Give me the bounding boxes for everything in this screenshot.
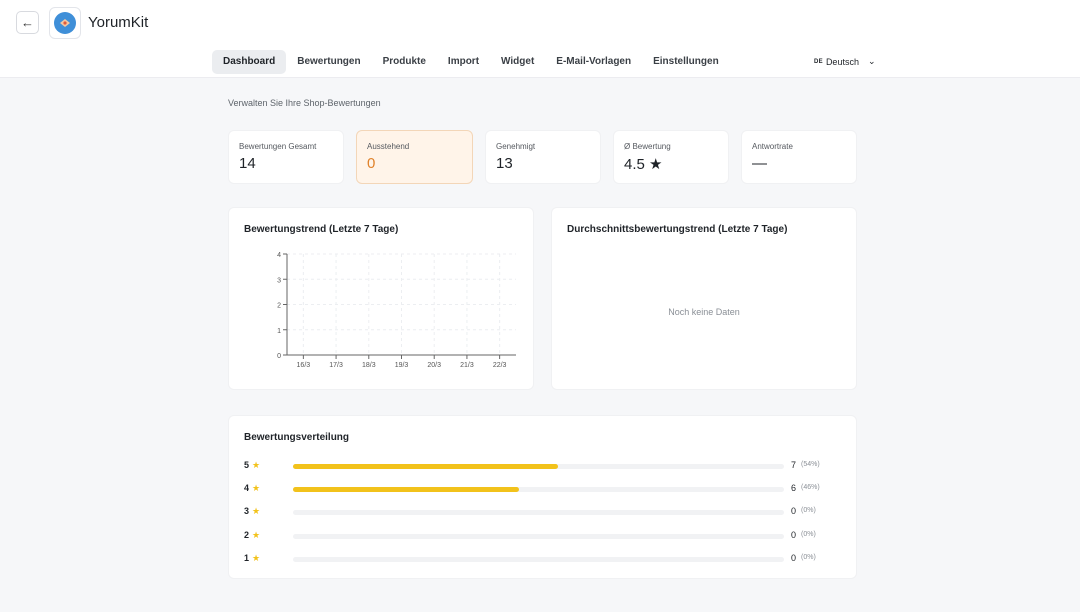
star-icon: ★ [252, 553, 261, 563]
x-tick-label: 22/3 [493, 362, 507, 369]
stat-label: Bewertungen Gesamt [239, 142, 317, 151]
stat-card-response-rate: Antwortrate — [741, 130, 857, 184]
star-icon: ★ [252, 530, 261, 540]
distribution-percent: (0%) [801, 531, 816, 538]
arrow-left-icon: ← [21, 15, 34, 30]
distribution-percent: (54%) [801, 461, 820, 468]
distribution-bar-track [293, 487, 784, 492]
distribution-percent: (46%) [801, 484, 820, 491]
stat-value: 13 [496, 155, 513, 172]
distribution-count: 0 [791, 506, 797, 516]
tab-produkte[interactable]: Produkte [372, 50, 437, 74]
language-select[interactable]: DE Deutsch ⌄ [814, 56, 876, 67]
y-tick-label: 4 [277, 252, 281, 259]
x-tick-label: 21/3 [460, 362, 474, 369]
distribution-bar-track [293, 557, 784, 562]
tab-einstellungen[interactable]: Einstellungen [642, 50, 730, 74]
tab-dashboard[interactable]: Dashboard [212, 50, 287, 74]
app-logo [49, 7, 81, 39]
x-tick-label: 16/3 [297, 362, 311, 369]
distribution-bar-track [293, 534, 784, 539]
empty-state-text: Noch keine Daten [668, 307, 740, 317]
chevron-down-icon: ⌄ [867, 56, 876, 66]
distribution-row-4: 4 ★ 6 (46%) [244, 483, 834, 497]
x-tick-label: 19/3 [395, 362, 409, 369]
nav-tabs: Dashboard Bewertungen Produkte Import Wi… [212, 50, 730, 74]
star-icon: ★ [252, 483, 261, 493]
distribution-row-5: 5 ★ 7 (54%) [244, 460, 834, 474]
star-level: 2 [244, 530, 250, 540]
stat-card-approved: Genehmigt 13 [485, 130, 601, 184]
distribution-row-3: 3 ★ 0 (0%) [244, 506, 834, 520]
distribution-bar-fill [293, 464, 559, 469]
distribution-count: 6 [791, 483, 797, 493]
distribution-bar-track [293, 464, 784, 469]
tab-email-vorlagen[interactable]: E-Mail-Vorlagen [545, 50, 642, 74]
stat-value: 0 [367, 155, 376, 172]
star-icon: ★ [252, 506, 261, 516]
tab-import[interactable]: Import [437, 50, 490, 74]
stat-label: Ausstehend [367, 142, 410, 151]
distribution-count: 0 [791, 553, 797, 563]
review-trend-card: Bewertungstrend (Letzte 7 Tage) 0 1 2 3 4 16/… [228, 207, 534, 390]
stat-label: Antwortrate [752, 142, 793, 151]
distribution-bar-track [293, 510, 784, 515]
app-logo-icon [54, 12, 76, 34]
stat-card-pending[interactable]: Ausstehend 0 [356, 130, 473, 184]
y-tick-label: 2 [277, 303, 281, 310]
stat-label: Genehmigt [496, 142, 536, 151]
tab-widget[interactable]: Widget [490, 50, 545, 74]
stat-card-avg-rating: Ø Bewertung 4.5 ★ [613, 130, 729, 184]
x-tick-label: 17/3 [329, 362, 343, 369]
tab-bewertungen[interactable]: Bewertungen [286, 50, 371, 74]
x-tick-label: 18/3 [362, 362, 376, 369]
stat-value: 14 [239, 155, 256, 172]
language-label: Deutsch [825, 56, 859, 67]
distribution-count: 7 [791, 460, 797, 470]
app-title: YorumKit [88, 14, 149, 31]
star-level: 3 [244, 506, 250, 516]
x-tick-label: 20/3 [427, 362, 441, 369]
star-icon: ★ [252, 460, 261, 470]
stat-card-total: Bewertungen Gesamt 14 [228, 130, 344, 184]
distribution-row-2: 2 ★ 0 (0%) [244, 530, 834, 544]
stat-value: 4.5 ★ [624, 156, 663, 173]
top-bar: ← YorumKit Dashboard Bewertungen Produkt… [0, 0, 1080, 78]
rating-distribution-card: Bewertungsverteilung 5 ★ 7 (54%) 4 ★ 6 (… [228, 415, 857, 579]
review-trend-chart: 0 1 2 3 4 16/3 17/3 18/3 19/3 20/3 21/3 22/3 [277, 252, 516, 369]
y-tick-label: 0 [277, 353, 281, 360]
distribution-percent: (0%) [801, 507, 816, 514]
distribution-count: 0 [791, 530, 797, 540]
language-code: DE [814, 58, 823, 65]
distribution-bar-fill [293, 487, 519, 492]
rating-distribution-title: Bewertungsverteilung [244, 432, 350, 443]
star-level: 5 [244, 460, 250, 470]
page-subtitle: Verwalten Sie Ihre Shop-Bewertungen [228, 98, 381, 108]
distribution-percent: (0%) [801, 554, 816, 561]
star-level: 1 [244, 553, 250, 563]
back-button[interactable]: ← [16, 11, 39, 34]
stat-label: Ø Bewertung [624, 142, 671, 151]
star-level: 4 [244, 483, 250, 493]
avg-rating-trend-card: Durchschnittsbewertungstrend (Letzte 7 T… [551, 207, 857, 390]
avg-rating-trend-title: Durchschnittsbewertungstrend (Letzte 7 T… [567, 224, 788, 235]
distribution-row-1: 1 ★ 0 (0%) [244, 553, 834, 567]
stat-value: — [752, 155, 767, 172]
y-tick-label: 1 [277, 328, 281, 335]
y-tick-label: 3 [277, 277, 281, 284]
